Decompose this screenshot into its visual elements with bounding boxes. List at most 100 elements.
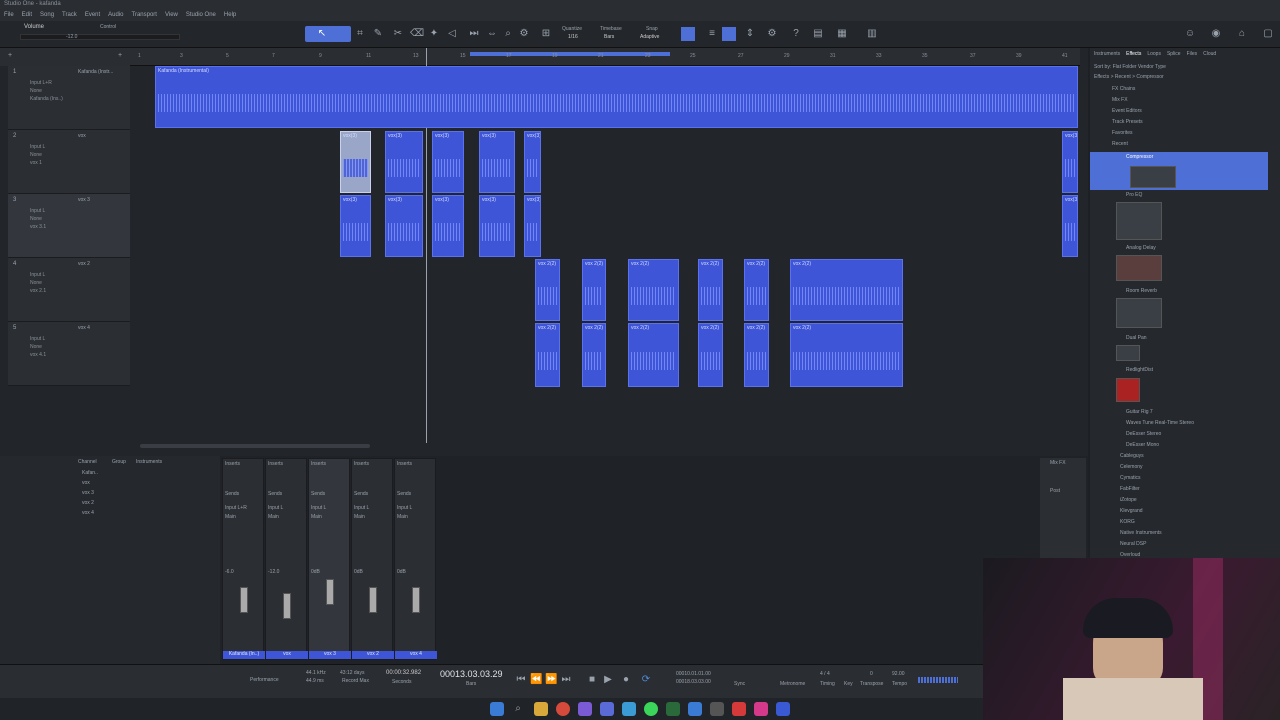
track-name[interactable]: vox 4 [78, 325, 90, 331]
browser-item[interactable]: Dual Pan [1126, 335, 1147, 341]
end-icon[interactable]: ⏭ [560, 674, 572, 686]
tab-files[interactable]: Files [1187, 51, 1198, 60]
mixer-channel-5[interactable]: Inserts Sends Input L Main 0dB vox 4 [394, 458, 437, 660]
studio-one-icon[interactable] [776, 702, 790, 716]
clip-vox3[interactable]: vox(3) [432, 195, 464, 257]
view-toggle-icon[interactable]: ▥ [866, 28, 878, 40]
channel-output[interactable]: Main [311, 514, 322, 520]
play-icon[interactable]: ▶ [602, 674, 614, 686]
channel-list-item[interactable]: Kafan.. [82, 470, 98, 476]
clip-vox[interactable]: vox(3) [479, 131, 515, 193]
inserts-label[interactable]: Inserts [397, 461, 412, 467]
browser-folder[interactable]: iZotope [1120, 497, 1137, 503]
autoscroll-icon[interactable]: ≡ [706, 28, 718, 40]
track-layer[interactable]: Kafanda (Ins..) [30, 96, 63, 102]
menu-audio[interactable]: Audio [108, 12, 123, 19]
clip-vox4[interactable]: vox 2(2) [698, 323, 723, 387]
mix-fx-label[interactable]: Mix FX [1050, 460, 1066, 466]
fit-icon[interactable]: ⇔ [486, 28, 498, 40]
sort-options[interactable]: Sort by: Flat Folder Vendor Type [1094, 64, 1166, 70]
track-input[interactable]: Input L [30, 208, 45, 214]
clip-vox2[interactable]: vox 2(2) [628, 259, 679, 321]
mute-tool-icon[interactable]: ◁ [446, 28, 458, 40]
split-tool-icon[interactable]: ✂ [392, 28, 404, 40]
post-label[interactable]: Post [1050, 488, 1060, 494]
snap-toggle[interactable] [681, 27, 695, 41]
pencil-tool-icon[interactable]: ✎ [372, 28, 384, 40]
track-layer[interactable]: vox 4.1 [30, 352, 46, 358]
app-icon[interactable] [666, 702, 680, 716]
tab-splice[interactable]: Splice [1167, 51, 1181, 60]
plugin-thumbnail[interactable] [1116, 378, 1140, 402]
app-icon[interactable] [578, 702, 592, 716]
browser-folder[interactable]: Cableguys [1120, 453, 1144, 459]
arrow-tool-icon[interactable]: ↖ [316, 28, 328, 40]
channel-output[interactable]: Main [354, 514, 365, 520]
clip-vox4[interactable]: vox 2(2) [790, 323, 903, 387]
user-icon[interactable]: ☺ [1184, 28, 1196, 40]
browser-folder[interactable]: KORG [1120, 519, 1135, 525]
tab-instruments[interactable]: Instruments [136, 459, 162, 465]
menu-studio-one[interactable]: Studio One [186, 12, 216, 19]
track-header-2[interactable]: 2 vox Input L None vox 1 [8, 130, 130, 194]
browser-item[interactable]: RedlightDist [1126, 367, 1153, 373]
browser-item-compressor[interactable]: Compressor [1126, 154, 1153, 160]
channel-list-item[interactable]: vox 4 [82, 510, 94, 516]
channel-input[interactable]: Input L [311, 505, 326, 511]
tab-effects[interactable]: Effects [1126, 51, 1141, 60]
browser-folder[interactable]: Native Instruments [1120, 530, 1162, 536]
track-name[interactable]: Kafanda (Instr... [78, 69, 113, 75]
loop-icon[interactable]: ⟳ [640, 674, 652, 686]
eraser-tool-icon[interactable]: ⌫ [410, 28, 424, 40]
track-output[interactable]: None [30, 344, 42, 350]
browser-breadcrumb[interactable]: Effects > Recent > Compressor [1094, 74, 1164, 80]
tab-instruments[interactable]: Instruments [1094, 51, 1120, 60]
transpose-value[interactable]: 0 [870, 671, 873, 677]
menu-edit[interactable]: Edit [22, 12, 32, 19]
track-input[interactable]: Input L+R [30, 80, 52, 86]
windows-start-icon[interactable] [490, 702, 504, 716]
rewind-icon[interactable]: ⏪ [530, 674, 542, 686]
clip-vox[interactable]: vox(3) [432, 131, 464, 193]
mixer-channel-4[interactable]: Inserts Sends Input L Main 0dB vox 2 [351, 458, 394, 660]
sends-label[interactable]: Sends [311, 491, 325, 497]
track-name[interactable]: vox 3 [78, 197, 90, 203]
spotify-icon[interactable] [644, 702, 658, 716]
channel-name[interactable]: vox [266, 651, 308, 659]
plugin-thumbnail[interactable] [1116, 298, 1162, 328]
track-layer[interactable]: vox 1 [30, 160, 42, 166]
marker-icon[interactable]: ⇕ [744, 28, 756, 40]
menu-track[interactable]: Track [62, 12, 77, 19]
tab-channel[interactable]: Channel [78, 459, 97, 465]
add-track-icon[interactable]: + [8, 52, 12, 59]
plugin-thumbnail[interactable] [1116, 345, 1140, 361]
mixer-channel-3[interactable]: Inserts Sends Input L Main 0dB vox 3 [308, 458, 351, 660]
clip-vox2[interactable]: vox 2(2) [535, 259, 560, 321]
clip-vox4[interactable]: vox 2(2) [535, 323, 560, 387]
sends-label[interactable]: Sends [354, 491, 368, 497]
home-icon[interactable]: ⌂ [1236, 28, 1248, 40]
volume-fader[interactable] [240, 587, 248, 613]
track-header-3[interactable]: 3 vox 3 Input L None vox 3.1 [8, 194, 130, 258]
bars-display[interactable]: 00013.03.03.29 [440, 669, 503, 679]
plugin-thumbnail[interactable] [1130, 166, 1176, 188]
loop-end[interactable]: 00018.03.03.00 [676, 679, 711, 685]
app-icon[interactable] [754, 702, 768, 716]
mixer-channel-1[interactable]: Inserts Sends Input L+R Main -6.0 Kafand… [222, 458, 265, 660]
bend-tool-icon[interactable]: ✦ [428, 28, 440, 40]
clip-vox2[interactable]: vox 2(2) [790, 259, 903, 321]
menu-event[interactable]: Event [85, 12, 100, 19]
menu-file[interactable]: File [4, 12, 14, 19]
app-icon[interactable] [622, 702, 636, 716]
loop-range[interactable] [470, 52, 670, 56]
track-output[interactable]: None [30, 152, 42, 158]
channel-name[interactable]: Kafanda (In..) [223, 651, 265, 659]
clip-vox3[interactable]: vox(3) [1062, 195, 1078, 257]
browser-folder[interactable]: Celemony [1120, 464, 1143, 470]
track-input[interactable]: Input L [30, 272, 45, 278]
timeline-ruler[interactable]: 1 3 5 7 9 11 13 15 17 19 21 23 25 27 29 … [130, 48, 1080, 66]
browser-item[interactable]: Track Presets [1112, 119, 1143, 125]
quantize-value[interactable]: 1/16 [568, 34, 578, 40]
clip-vox[interactable]: vox(3) [1062, 131, 1078, 193]
inserts-label[interactable]: Inserts [268, 461, 283, 467]
